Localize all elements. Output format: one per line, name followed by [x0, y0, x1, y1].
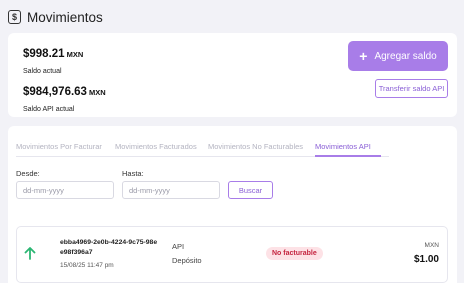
tab-no-facturables[interactable]: Movimientos No Facturables — [208, 140, 315, 157]
api-balance-label: Saldo API actual — [23, 106, 75, 113]
dollar-document-icon: $ — [8, 10, 21, 24]
add-balance-button[interactable]: + Agregar saldo — [348, 41, 448, 71]
current-balance-currency: MXN — [66, 50, 84, 59]
to-date-label: Hasta: — [122, 169, 144, 178]
api-balance-amount: $984,976.63 — [23, 86, 87, 98]
plus-icon: + — [359, 48, 368, 64]
to-date-input[interactable]: dd-mm-yyyy — [122, 181, 220, 199]
tab-api[interactable]: Movimientos API — [315, 140, 381, 157]
from-date-label: Desde: — [16, 169, 40, 178]
api-balance-currency: MXN — [88, 88, 106, 97]
search-button[interactable]: Buscar — [228, 181, 273, 199]
current-balance: $998.21 MXN Saldo actual — [23, 44, 83, 75]
page-header: $ Movimientos — [8, 8, 103, 26]
api-balance: $984,976.63 MXN Saldo API actual — [23, 82, 106, 113]
transfer-api-balance-button[interactable]: Transferir saldo API — [375, 79, 448, 98]
tab-facturados[interactable]: Movimientos Facturados — [115, 140, 208, 157]
balance-card: $998.21 MXN Saldo actual $984,976.63 MXN S… — [8, 33, 457, 117]
movements-panel: Movimientos Por Facturar Movimientos Fac… — [8, 126, 457, 283]
movement-date: 15/08/25 11:47 pm — [60, 262, 114, 269]
movement-amount: $1.00 — [413, 254, 439, 265]
movement-source: API — [172, 242, 185, 251]
status-badge: No facturable — [266, 247, 323, 260]
movement-currency: MXN — [424, 242, 439, 249]
current-balance-amount: $998.21 — [23, 48, 65, 60]
movement-row[interactable]: ebba4969-2e0b-4224-9c75-98ee98f396a7 15/… — [16, 226, 448, 283]
arrow-up-icon — [24, 247, 36, 260]
movement-type: Depósito — [172, 256, 202, 265]
from-date-input[interactable]: dd-mm-yyyy — [16, 181, 114, 199]
current-balance-label: Saldo actual — [23, 68, 62, 75]
add-balance-label: Agregar saldo — [374, 50, 437, 62]
movements-tabs: Movimientos Por Facturar Movimientos Fac… — [16, 140, 389, 157]
tab-por-facturar[interactable]: Movimientos Por Facturar — [16, 140, 115, 157]
movement-id: ebba4969-2e0b-4224-9c75-98ee98f396a7 — [60, 239, 158, 256]
page-title: Movimientos — [27, 9, 103, 25]
